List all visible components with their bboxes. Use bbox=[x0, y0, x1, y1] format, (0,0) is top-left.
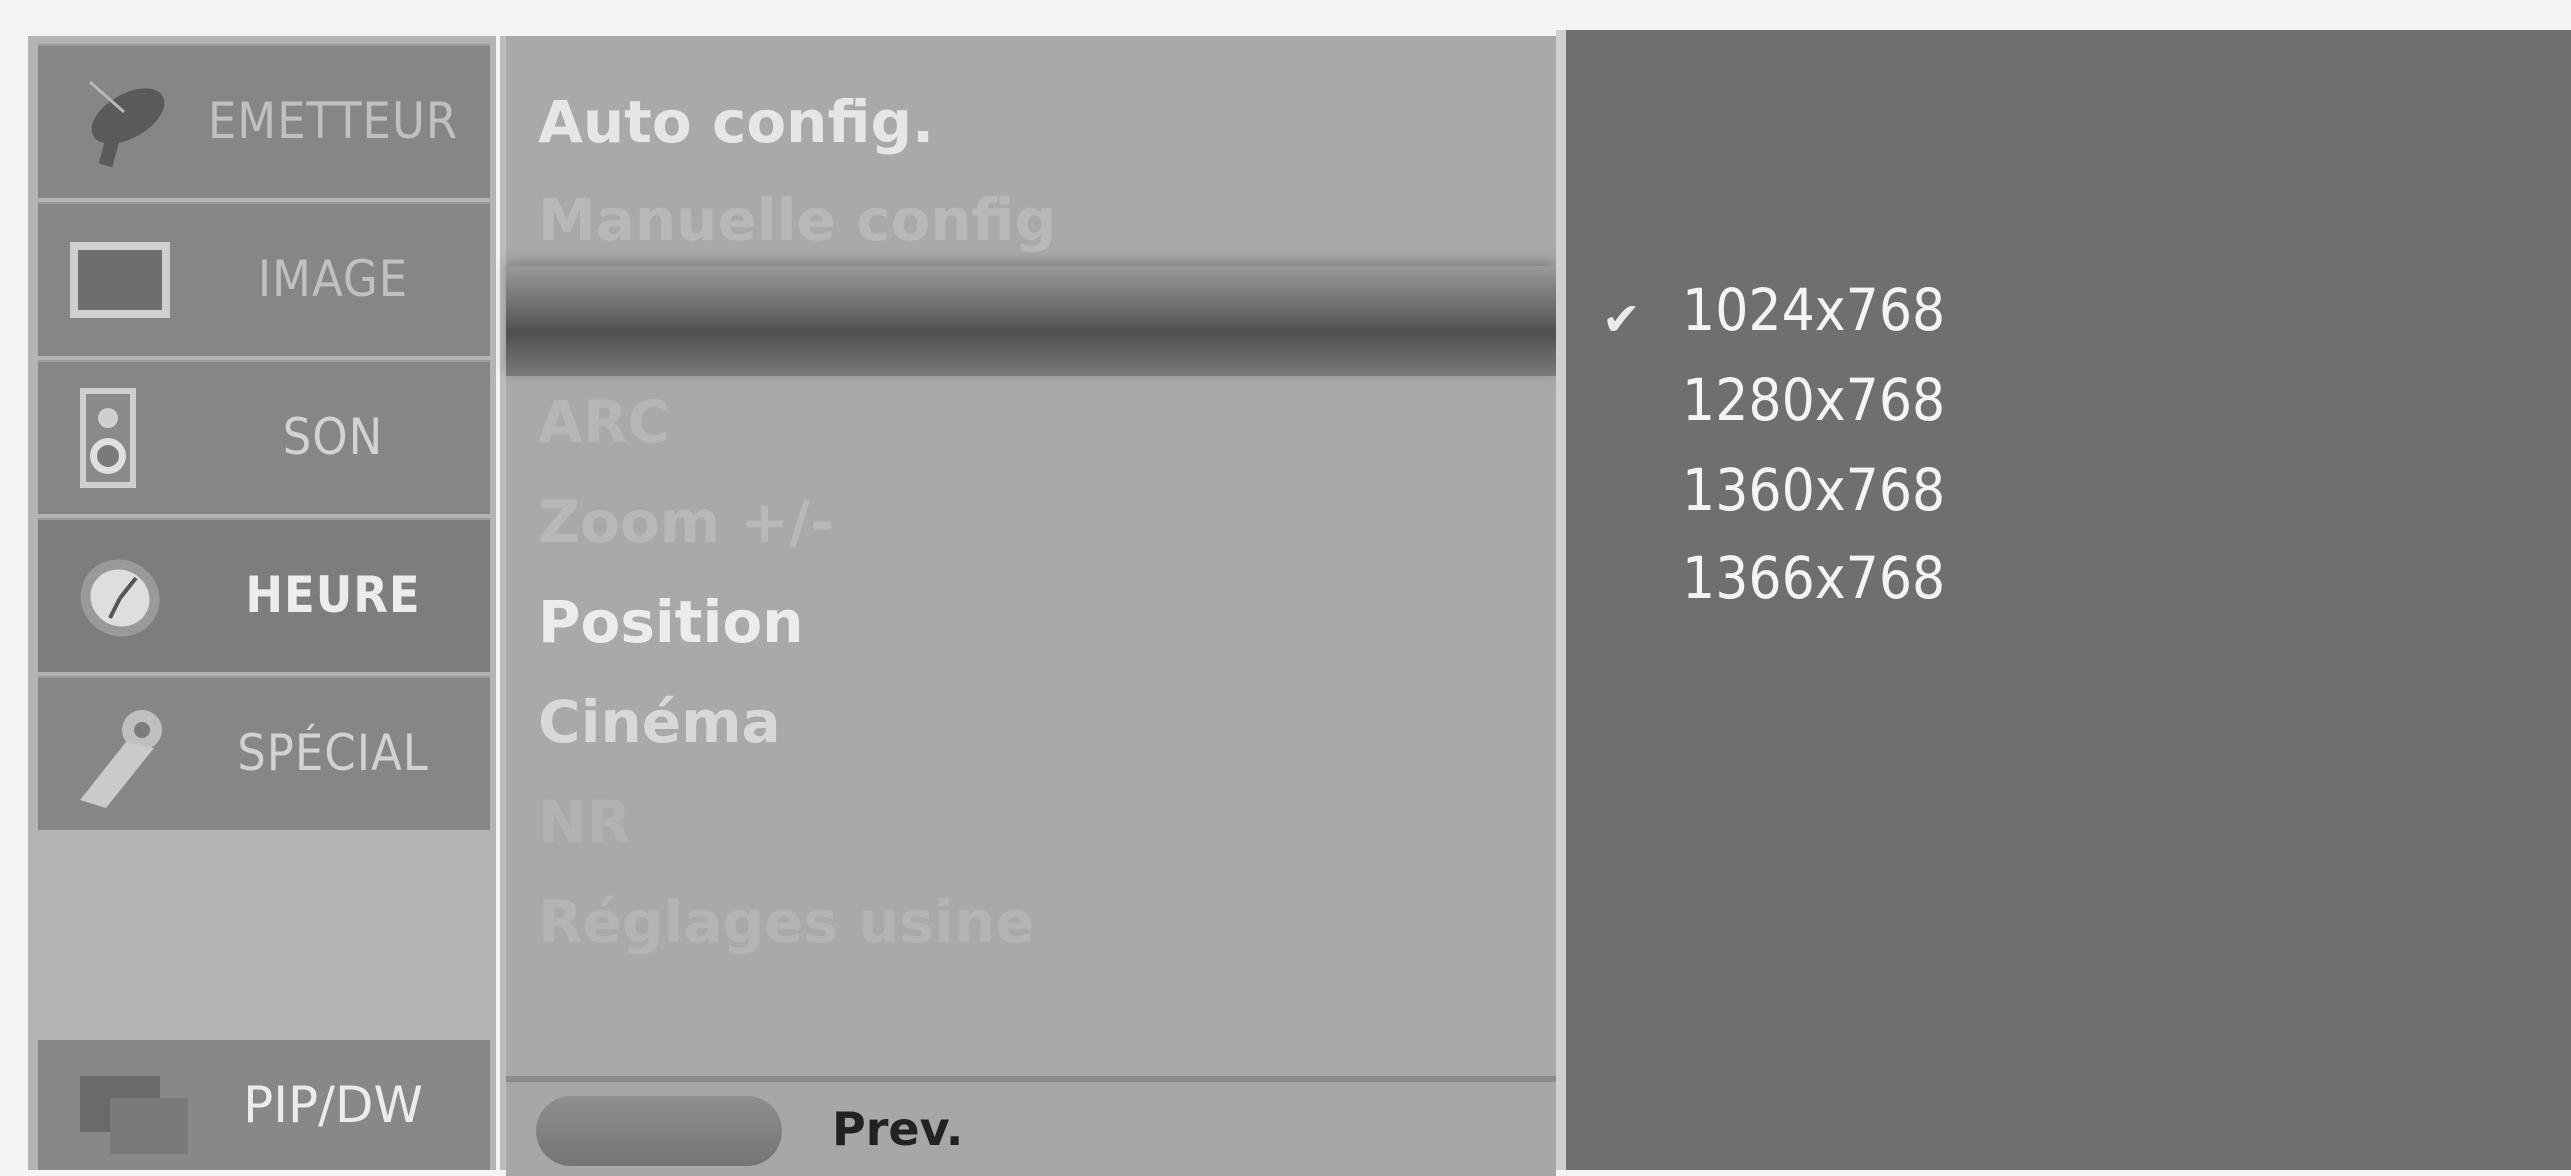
resolution-panel: ✔ 1024x768 1280x768 1360x768 1366x768 bbox=[1556, 30, 2571, 1170]
prev-label: Prev. bbox=[832, 1102, 964, 1156]
resolution-option-1280x768[interactable]: 1280x768 bbox=[1682, 366, 1945, 434]
menu-item-arc[interactable]: ARC bbox=[538, 388, 670, 456]
sidebar-item-label: EMETTEUR bbox=[207, 92, 459, 150]
sidebar-item-label: HEURE bbox=[245, 566, 421, 624]
menu-item-manual-config[interactable]: Manuelle config bbox=[538, 186, 1056, 254]
sidebar-item-pip[interactable]: PIP/DW bbox=[38, 1040, 490, 1170]
menu-item-auto-config[interactable]: Auto config. bbox=[538, 88, 934, 156]
sidebar-item-label: SON bbox=[282, 408, 384, 466]
resolution-option-1366x768[interactable]: 1366x768 bbox=[1682, 544, 1945, 612]
screen-icon bbox=[66, 230, 178, 330]
pip-windows-icon bbox=[80, 1076, 190, 1156]
menu-item-cinema[interactable]: Cinéma bbox=[538, 688, 781, 756]
menu-footer: Prev. bbox=[506, 1076, 1556, 1176]
resolution-option-1360x768[interactable]: 1360x768 bbox=[1682, 456, 1945, 524]
sidebar-item-label: SPÉCIAL bbox=[237, 724, 429, 782]
clock-icon bbox=[66, 546, 178, 646]
tag-key-icon bbox=[66, 704, 178, 808]
submenu-panel: Auto config. Manuelle config ARC Zoom +/… bbox=[500, 36, 1556, 1176]
sidebar-item-image[interactable]: IMAGE bbox=[38, 202, 490, 356]
menu-item-zoom[interactable]: Zoom +/- bbox=[538, 488, 834, 556]
satellite-dish-icon bbox=[66, 72, 178, 172]
menu-item-factory-reset[interactable]: Réglages usine bbox=[538, 888, 1034, 956]
sidebar-item-special[interactable]: SPÉCIAL bbox=[38, 676, 490, 830]
sidebar-item-label: PIP/DW bbox=[243, 1076, 423, 1134]
check-icon: ✔ bbox=[1602, 292, 1641, 346]
tv-osd-screen: EMETTEUR IMAGE SON HEURE SPÉCIAL PIP/DW … bbox=[0, 0, 2571, 1176]
selection-highlight-bar bbox=[506, 266, 1556, 376]
sidebar-item-son[interactable]: SON bbox=[38, 360, 490, 514]
menu-item-nr[interactable]: NR bbox=[538, 788, 631, 856]
sidebar-item-heure[interactable]: HEURE bbox=[38, 518, 490, 672]
category-sidebar: EMETTEUR IMAGE SON HEURE SPÉCIAL PIP/DW bbox=[28, 36, 496, 1170]
resolution-option-1024x768[interactable]: 1024x768 bbox=[1682, 276, 1945, 344]
sidebar-item-emetteur[interactable]: EMETTEUR bbox=[38, 44, 490, 198]
sidebar-item-label: IMAGE bbox=[257, 250, 409, 308]
prev-button[interactable] bbox=[536, 1096, 782, 1166]
menu-item-position[interactable]: Position bbox=[538, 588, 804, 656]
speaker-icon bbox=[66, 388, 178, 488]
